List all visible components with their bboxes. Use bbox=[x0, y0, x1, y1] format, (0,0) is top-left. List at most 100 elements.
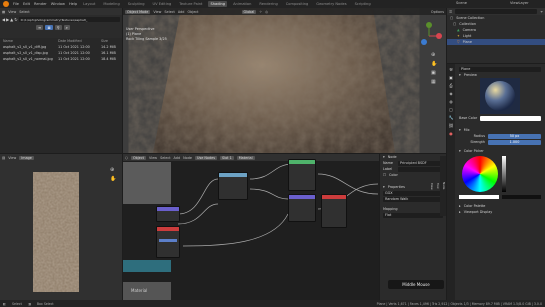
refresh-icon[interactable]: ↻ bbox=[14, 17, 17, 22]
display-list-active-icon[interactable]: ≣ bbox=[45, 25, 53, 30]
display-list-icon[interactable]: ≡ bbox=[36, 25, 44, 30]
zoom-icon[interactable]: ⊕ bbox=[110, 167, 116, 173]
workspace-tab-modeling[interactable]: Modeling bbox=[101, 1, 121, 7]
filter-icon[interactable]: ⚲ bbox=[54, 25, 62, 30]
color-wheel[interactable] bbox=[462, 156, 498, 192]
workspace-tab-scripting[interactable]: Scripting bbox=[353, 1, 373, 7]
displacement-node[interactable] bbox=[288, 194, 316, 222]
world-tab-icon[interactable]: ◍ bbox=[449, 99, 453, 104]
distribution-dropdown[interactable]: GGX bbox=[383, 190, 443, 196]
material-output-node[interactable] bbox=[321, 194, 347, 228]
base-color-swatch[interactable] bbox=[480, 115, 541, 121]
file-browser-menu-select[interactable]: Select bbox=[19, 10, 29, 14]
radius-field[interactable]: 50 px bbox=[488, 133, 541, 139]
workspace-tab-uv-editing[interactable]: UV Editing bbox=[151, 1, 174, 7]
mapping-node[interactable] bbox=[156, 206, 180, 222]
material-name-field[interactable]: Plane bbox=[459, 66, 541, 72]
workspace-tab-texture-paint[interactable]: Texture Paint bbox=[177, 1, 204, 7]
search-icon[interactable]: ⌕ bbox=[63, 25, 70, 30]
view-layer-selector[interactable]: ViewLayer bbox=[510, 1, 529, 5]
forward-arrow-icon[interactable]: ▶ bbox=[6, 17, 9, 22]
menu-file[interactable]: File bbox=[13, 2, 19, 6]
object-tab-icon[interactable]: ▢ bbox=[449, 107, 453, 112]
zoom-icon[interactable]: ⊕ bbox=[431, 52, 437, 58]
outliner-search-input[interactable] bbox=[455, 9, 538, 14]
checkbox-icon[interactable]: ☐ bbox=[383, 173, 386, 177]
strength-field[interactable]: 1.000 bbox=[488, 139, 541, 145]
editor-type-icon[interactable]: ▦ bbox=[2, 10, 5, 14]
blender-logo-icon[interactable] bbox=[3, 1, 9, 7]
gizmo-y-axis-icon[interactable] bbox=[426, 22, 432, 28]
file-row[interactable]: asphalt_v2_s0_v1_normal.jpg 11 Oct 2021 … bbox=[0, 56, 122, 62]
viewport-menu-object[interactable]: Object bbox=[187, 10, 198, 14]
workspace-tab-geometry-nodes[interactable]: Geometry Nodes bbox=[314, 1, 348, 7]
column-size[interactable]: Size bbox=[101, 39, 108, 43]
viewport-menu-view[interactable]: View bbox=[153, 10, 161, 14]
texture-coordinate-node-header[interactable] bbox=[157, 227, 179, 231]
image-editor-menu-view[interactable]: View bbox=[8, 156, 16, 160]
workspace-tab-rendering[interactable]: Rendering bbox=[257, 1, 279, 7]
menu-render[interactable]: Render bbox=[34, 2, 47, 6]
constraint-tab-icon[interactable]: ⛓ bbox=[448, 123, 453, 128]
displacement-node-header[interactable] bbox=[289, 195, 315, 199]
column-date[interactable]: Date Modified bbox=[58, 39, 98, 43]
workspace-tab-layout[interactable]: Layout bbox=[81, 1, 97, 7]
navigation-gizmo[interactable] bbox=[415, 22, 443, 50]
viewport-options[interactable]: Options bbox=[431, 10, 444, 14]
image-selector[interactable]: Image bbox=[19, 155, 34, 160]
render-tab-icon[interactable]: ▣ bbox=[449, 75, 453, 80]
camera-icon[interactable]: ▣ bbox=[431, 70, 437, 76]
current-color-swatch[interactable] bbox=[459, 195, 499, 199]
output-tab-icon[interactable]: ⎙ bbox=[449, 83, 452, 88]
menu-help[interactable]: Help bbox=[69, 2, 77, 6]
workspace-tab-sculpting[interactable]: Sculpting bbox=[126, 1, 147, 7]
pan-hand-icon[interactable]: ✋ bbox=[110, 176, 116, 182]
image-editor-type-icon[interactable]: ▧ bbox=[2, 156, 5, 160]
workspace-tab-compositing[interactable]: Compositing bbox=[284, 1, 311, 7]
path-field[interactable]: D:\1\Aph\photogrammetry\Textures\asphalt… bbox=[18, 17, 120, 22]
grid-icon[interactable]: ▦ bbox=[431, 79, 437, 85]
material-output-node-header[interactable] bbox=[322, 195, 346, 199]
viewport-menu-add[interactable]: Add bbox=[178, 10, 185, 14]
viewport-mode-dropdown[interactable]: Object Mode bbox=[125, 9, 151, 14]
sidebar-tab-view[interactable]: View bbox=[430, 183, 434, 190]
file-browser-menu-view[interactable]: View bbox=[8, 10, 16, 14]
parent-dir-icon[interactable]: ▲ bbox=[10, 17, 13, 22]
mapping-node-header[interactable] bbox=[157, 207, 179, 211]
workspace-tab-animation[interactable]: Animation bbox=[231, 1, 253, 7]
viewport-display-header[interactable]: ▸ Viewport Display bbox=[456, 209, 544, 215]
outliner-type-icon[interactable]: ☰ bbox=[449, 10, 452, 14]
principled-bsdf-node[interactable] bbox=[288, 159, 316, 191]
back-arrow-icon[interactable]: ◀ bbox=[2, 17, 5, 22]
transform-orientation-dropdown[interactable]: Global bbox=[241, 9, 257, 14]
scene-tab-icon[interactable]: ◈ bbox=[449, 91, 452, 96]
filter-icon[interactable]: ⏷ bbox=[540, 10, 543, 14]
3d-viewport[interactable]: Object Mode View Select Add Object Globa… bbox=[123, 8, 446, 153]
outliner-row-plane[interactable]: ▽ Plane bbox=[447, 39, 545, 45]
subsurface-dropdown[interactable]: Random Walk bbox=[383, 196, 443, 202]
gizmo-x-axis-icon[interactable] bbox=[436, 33, 442, 39]
texture-coordinate-field[interactable] bbox=[159, 239, 177, 242]
mapping-dropdown[interactable]: Flat bbox=[383, 212, 443, 218]
tool-tab-icon[interactable]: ⚒ bbox=[449, 67, 453, 72]
menu-window[interactable]: Window bbox=[51, 2, 65, 6]
node-label-field[interactable] bbox=[398, 166, 443, 172]
material-tab-icon[interactable]: ● bbox=[449, 131, 453, 136]
sidebar-tab-tool[interactable]: Tool bbox=[436, 183, 440, 188]
snap-icon[interactable]: ⊹ bbox=[259, 10, 262, 14]
modifier-tab-icon[interactable]: 🔧 bbox=[449, 115, 454, 120]
node-color-row[interactable]: ☐ Color bbox=[380, 172, 446, 178]
value-slider[interactable] bbox=[502, 156, 506, 192]
viewport-menu-select[interactable]: Select bbox=[164, 10, 174, 14]
image-texture-node[interactable] bbox=[218, 172, 248, 200]
sidebar-tab-node[interactable]: Node bbox=[442, 182, 446, 189]
principled-bsdf-node-header[interactable] bbox=[289, 160, 315, 164]
workspace-tab-shading[interactable]: Shading bbox=[208, 1, 228, 7]
node-name-field[interactable]: Principled BSDF bbox=[398, 160, 443, 166]
image-texture-node-header[interactable] bbox=[219, 173, 247, 177]
texture-coordinate-node[interactable] bbox=[156, 226, 180, 258]
gizmo-z-axis-icon[interactable] bbox=[421, 39, 427, 45]
proportional-edit-icon[interactable]: ◎ bbox=[265, 10, 268, 14]
scene-selector[interactable]: Scene bbox=[456, 1, 467, 5]
column-name[interactable]: Name bbox=[3, 39, 55, 43]
